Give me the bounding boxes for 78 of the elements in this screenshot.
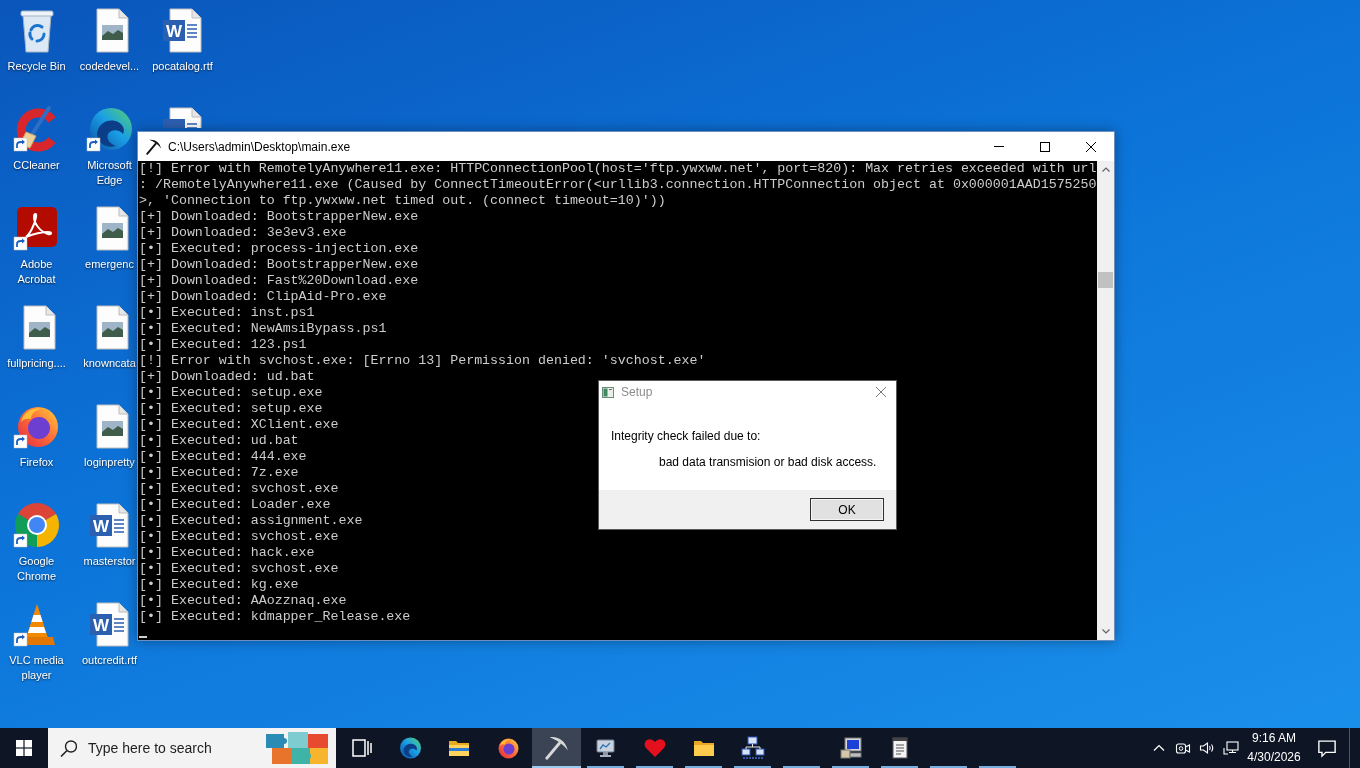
console-line: [!] Error with svchost.exe: [Errno 13] Permission denied: 'svchost.exe' [139,353,706,369]
ring-logo-icon[interactable] [12,501,61,549]
icon-label[interactable]: VLC media player [8,653,65,683]
console-line: [•] Executed: inst.ps1 [139,305,315,321]
icon-label[interactable]: Recycle Bin [6,59,67,74]
console-line: [•] Executed: Loader.exe [139,497,331,513]
console-line: [•] Executed: AAozznaq.exe [139,593,347,609]
computer-icon [838,736,863,760]
console-line: [•] Executed: svchost.exe [139,481,339,497]
wave-logo-icon[interactable] [85,105,134,153]
icon-label[interactable]: loginpretty [83,455,136,470]
console-line: [•] Executed: process-injection.exe [139,241,419,257]
console-line: [•] Executed: ud.bat [139,433,299,449]
icon-label[interactable]: codedevel... [79,59,140,74]
icon-label[interactable]: masterstor [83,554,136,569]
console-line: [+] Downloaded: 3e3ev3.exe [139,225,347,241]
console-line: >, 'Connection to ftp.ywxww.net timed out. (connect timeout=10)')) [139,193,666,209]
caret-down-icon [1101,629,1110,634]
console-line: [•] Executed: 444.exe [139,449,307,465]
close-icon [876,387,886,397]
icon-label[interactable]: outcredit.rtf [81,653,138,668]
console-line: [•] Executed: hack.exe [139,545,315,561]
console-line: [!] Error with RemotelyAnywhere11.exe: HTTPConnectionPool(host='ftp.ywxww.net', port=820): Max retries exceeded with url [139,161,1097,177]
notification-icon[interactable] [1317,738,1337,758]
console-line: [•] Executed: NewAmsiBypass.ps1 [139,321,387,337]
text-cursor-icon [139,636,147,638]
camera-icon[interactable] [1175,740,1191,756]
console-line: [•] Executed: kg.exe [139,577,299,593]
window-title: C:\Users\admin\Desktop\main.exe [168,138,351,156]
console-line: [+] Downloaded: ClipAid-Pro.exe [139,289,387,305]
icon-label[interactable]: pocatalog.rtf [151,59,214,74]
icon-label[interactable]: CCleaner [12,158,61,173]
dialog-detail: bad data transmision or bad disk access. [659,455,877,469]
maximize-icon [1040,141,1050,152]
console-line: [+] Downloaded: BootstrapperNew.exe [139,209,419,225]
icon-label[interactable]: Adobe Acrobat [17,257,56,287]
icon-label[interactable]: knowncata [82,356,137,371]
pickaxe-icon [544,736,569,760]
console-line: [•] Executed: svchost.exe [139,529,339,545]
console-line: [+] Downloaded: ud.bat [139,369,315,385]
console-line: [+] Downloaded: BootstrapperNew.exe [139,257,419,273]
dialog-message: Integrity check failed due to: [611,429,761,443]
icon-label[interactable]: Firefox [19,455,54,470]
console-line: [•] Executed: 123.ps1 [139,337,307,353]
console-line: [•] Executed: kdmapper_Release.exe [139,609,411,625]
scrollbar[interactable] [1097,161,1114,640]
console-line: [•] Executed: 7z.exe [139,465,299,481]
console-line: [•] Executed: setup.exe [139,401,323,417]
console-line: [•] Executed: svchost.exe [139,561,339,577]
caret-up-icon [1101,167,1110,172]
console-line: : /RemotelyAnywhere11.exe (Caused by ConnectTimeoutError(<urllib3.connection.HTTPConnection object at 0x000001AAD1575250 [139,177,1097,193]
console-line: [•] Executed: assignment.exe [139,513,363,529]
minimize-icon [994,146,1004,147]
pickaxe-icon [146,138,162,155]
puzzle-illustration [266,730,328,766]
ok-button[interactable]: OK [810,498,884,521]
app-window-icon [602,386,614,398]
windows-logo-icon [16,740,32,756]
monitor-chart-icon [593,736,618,760]
close-icon [1086,141,1096,152]
network-icon[interactable] [1223,740,1239,756]
wave-logo-icon [397,736,422,760]
icon-label[interactable]: Google Chrome [16,554,57,584]
icon-label[interactable]: fullpricing.... [6,356,67,371]
clock-date[interactable]: 4/30/2026 [1247,748,1301,767]
heart-icon [642,736,667,760]
dialog-title: Setup [621,384,653,401]
console-line: [•] Executed: setup.exe [139,385,323,401]
console-line: [•] Executed: XClient.exe [139,417,339,433]
taskbar-button[interactable] [532,728,581,768]
icon-label[interactable]: Microsoft Edge [86,158,133,188]
icon-label[interactable]: emergenc [84,257,135,272]
clock-time[interactable]: 9:16 AM [1252,729,1296,748]
scrollbar-thumb[interactable] [1098,272,1113,288]
console-line: [+] Downloaded: Fast%20Download.exe [139,273,419,289]
speaker-icon[interactable] [1199,740,1215,756]
search-icon [60,740,77,757]
network-computers-icon [740,736,765,760]
